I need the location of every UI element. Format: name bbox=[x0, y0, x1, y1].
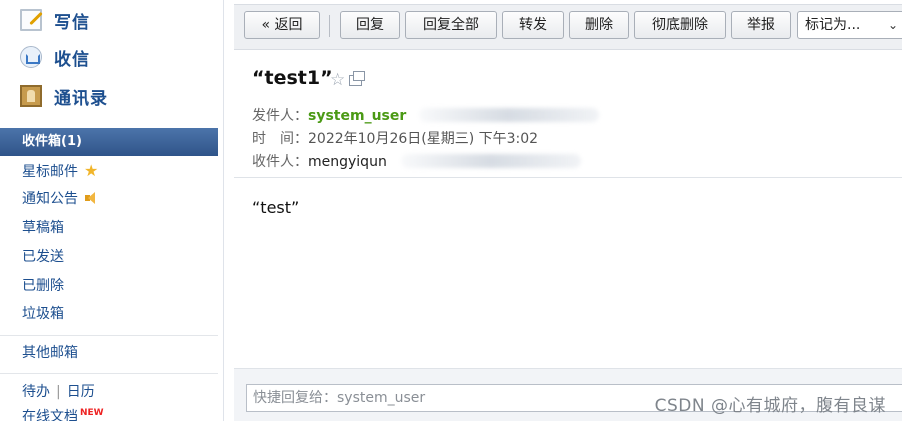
toolbar-separator bbox=[329, 15, 330, 37]
recipient-label: 收件人： bbox=[252, 154, 308, 170]
back-button[interactable]: « 返回 bbox=[244, 11, 320, 39]
receive-label: 收信 bbox=[54, 49, 90, 70]
delete-button[interactable]: 删除 bbox=[569, 11, 629, 39]
sidebar-item-todo[interactable]: 待办 bbox=[22, 384, 50, 400]
reply-button[interactable]: 回复 bbox=[340, 11, 400, 39]
sidebar-item-spam[interactable]: 垃圾箱 bbox=[22, 301, 64, 327]
time-label: 时 间： bbox=[252, 131, 308, 147]
speaker-icon bbox=[85, 192, 97, 204]
sidebar-divider bbox=[0, 373, 218, 374]
sidebar-item-notices[interactable]: 通知公告 bbox=[22, 186, 97, 212]
star-icon: ★ bbox=[84, 161, 99, 180]
sidebar-item-calendar[interactable]: 日历 bbox=[67, 384, 95, 400]
sidebar-item-drafts[interactable]: 草稿箱 bbox=[22, 215, 64, 241]
report-button[interactable]: 举报 bbox=[731, 11, 791, 39]
redacted-address bbox=[401, 154, 582, 168]
new-window-icon[interactable] bbox=[349, 71, 366, 86]
compose-icon bbox=[20, 9, 42, 31]
subject-actions: ☆ bbox=[330, 70, 366, 90]
contacts-label: 通讯录 bbox=[54, 88, 108, 109]
forward-button[interactable]: 转发 bbox=[502, 11, 564, 39]
sidebar-item-deleted[interactable]: 已删除 bbox=[22, 273, 64, 299]
reply-all-button[interactable]: 回复全部 bbox=[405, 11, 497, 39]
sidebar-item-sent[interactable]: 已发送 bbox=[22, 244, 64, 270]
contacts-button[interactable]: 通讯录 bbox=[20, 82, 108, 110]
mark-as-select[interactable]: 标记为... ⌄ bbox=[797, 11, 902, 39]
compose-label: 写信 bbox=[54, 12, 90, 33]
new-badge: NEW bbox=[80, 408, 104, 419]
star-outline-icon[interactable]: ☆ bbox=[330, 70, 345, 90]
recipient-name: mengyiqun bbox=[308, 154, 387, 170]
mail-view: « 返回 回复 回复全部 转发 删除 彻底删除 举报 标记为... ⌄ “tes… bbox=[234, 0, 902, 421]
compose-button[interactable]: 写信 bbox=[20, 6, 90, 34]
mail-subject: “test1” bbox=[252, 67, 333, 89]
sidebar-tools-row: 待办 | 日历 bbox=[22, 379, 95, 405]
sender-row: 发件人：system_user bbox=[252, 105, 599, 125]
mail-toolbar: « 返回 回复 回复全部 转发 删除 彻底删除 举报 标记为... ⌄ bbox=[234, 4, 902, 50]
mark-as-value: 标记为... bbox=[805, 17, 861, 33]
sender-label: 发件人： bbox=[252, 108, 308, 124]
sidebar-divider bbox=[0, 335, 218, 336]
sidebar-item-label: 星标邮件 bbox=[22, 164, 78, 180]
sidebar: 写信 收信 通讯录 收件箱(1) 星标邮件 ★ 通知公告 草稿箱 已发送 已删除 … bbox=[0, 0, 224, 421]
watermark: CSDN @心有城府，腹有良谋 bbox=[654, 396, 886, 416]
receive-mail-icon bbox=[20, 46, 42, 68]
sent-time: 2022年10月26日(星期三) 下午3:02 bbox=[308, 131, 539, 147]
chevron-down-icon: ⌄ bbox=[887, 18, 898, 32]
sidebar-item-inbox[interactable]: 收件箱(1) bbox=[0, 128, 218, 156]
redacted-address bbox=[418, 108, 599, 122]
sidebar-item-starred[interactable]: 星标邮件 ★ bbox=[22, 158, 98, 184]
header-divider bbox=[234, 177, 902, 178]
receive-button[interactable]: 收信 bbox=[20, 43, 90, 71]
mail-body: “test” bbox=[252, 198, 300, 217]
contacts-icon bbox=[20, 85, 42, 107]
separator: | bbox=[56, 384, 61, 400]
sidebar-item-label: 在线文档 bbox=[22, 409, 78, 421]
mail-header: “test1” ☆ 发件人：system_user 时 间：2022年10月26… bbox=[234, 52, 902, 178]
sidebar-item-label: 通知公告 bbox=[22, 191, 78, 207]
delete-permanently-button[interactable]: 彻底删除 bbox=[634, 11, 726, 39]
time-row: 时 间：2022年10月26日(星期三) 下午3:02 bbox=[252, 128, 538, 148]
sidebar-item-online-docs[interactable]: 在线文档 NEW bbox=[22, 406, 104, 421]
sidebar-item-other-mailboxes[interactable]: 其他邮箱 bbox=[22, 340, 78, 366]
sender-name[interactable]: system_user bbox=[308, 108, 406, 124]
recipient-row: 收件人：mengyiqun bbox=[252, 151, 582, 171]
